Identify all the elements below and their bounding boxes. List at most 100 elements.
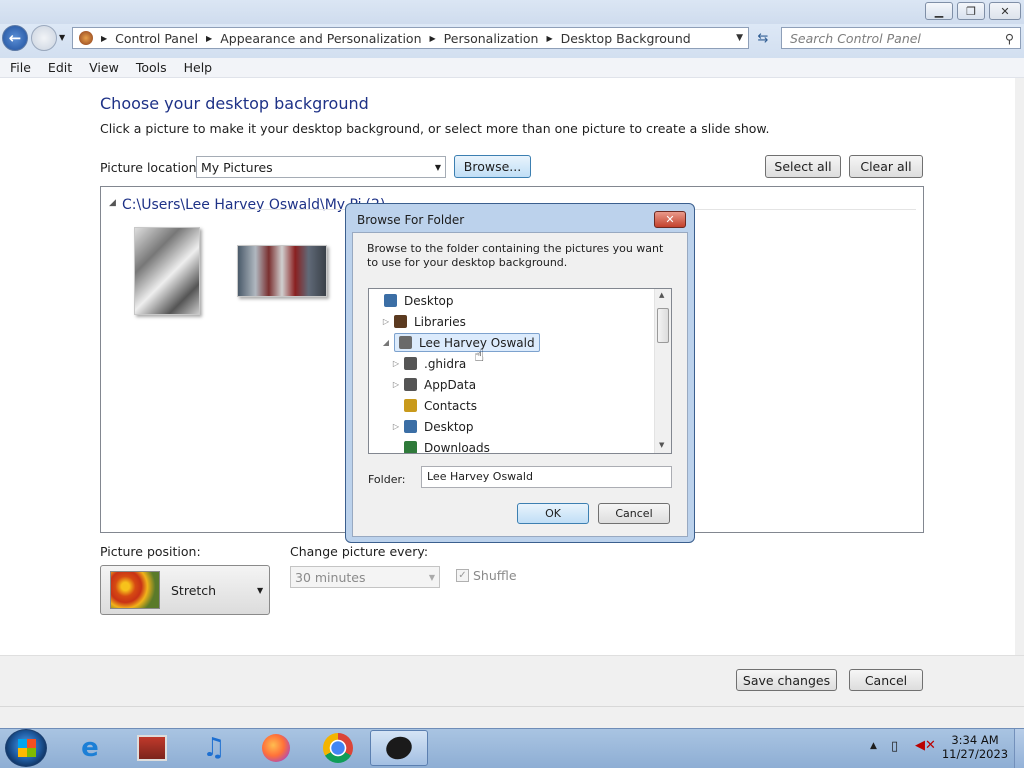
- select-all-button[interactable]: Select all: [765, 155, 841, 178]
- clock[interactable]: 3:34 AM 11/27/2023: [940, 733, 1010, 761]
- forward-button[interactable]: [31, 25, 57, 51]
- tree-item-content[interactable]: Contacts: [404, 399, 477, 413]
- dialog-close-button[interactable]: ✕: [654, 211, 686, 228]
- taskbar-chrome[interactable]: [310, 730, 366, 766]
- expand-toggle-icon[interactable]: ◢: [381, 338, 391, 347]
- close-icon: ✕: [1000, 4, 1010, 18]
- media-center-icon: [137, 735, 167, 761]
- change-interval-select[interactable]: 30 minutes ▼: [290, 566, 440, 588]
- tree-item[interactable]: ▷ .ghidra: [391, 353, 466, 374]
- chevron-down-icon: ▼: [428, 572, 435, 582]
- tree-item-content[interactable]: Desktop: [384, 294, 454, 308]
- search-placeholder: Search Control Panel: [790, 31, 921, 46]
- tree-item-label: Desktop: [424, 419, 474, 434]
- refresh-button[interactable]: ⇆: [752, 29, 774, 47]
- taskbar-itunes[interactable]: ♫: [186, 730, 242, 766]
- tree-item-content[interactable]: Libraries: [394, 315, 466, 329]
- folder-icon: [394, 315, 407, 328]
- picture-position-label: Picture position:: [100, 544, 201, 559]
- windows-logo-icon: [18, 739, 36, 757]
- menu-help[interactable]: Help: [174, 60, 220, 75]
- expand-toggle-icon[interactable]: ▷: [391, 380, 401, 389]
- taskbar-internet-explorer[interactable]: e: [62, 730, 118, 766]
- address-dropdown-icon[interactable]: ▼: [736, 33, 743, 43]
- start-button[interactable]: [5, 729, 47, 767]
- clear-all-button[interactable]: Clear all: [849, 155, 923, 178]
- menu-view[interactable]: View: [79, 60, 126, 75]
- network-icon[interactable]: ▯: [891, 739, 898, 754]
- breadcrumb-control-panel[interactable]: Control Panel: [115, 31, 198, 46]
- close-icon: ✕: [665, 213, 675, 226]
- expand-toggle-icon[interactable]: ▷: [391, 422, 401, 431]
- tree-item[interactable]: Desktop: [371, 290, 454, 311]
- close-button[interactable]: ✕: [989, 2, 1021, 20]
- scroll-thumb[interactable]: [657, 308, 669, 343]
- back-button[interactable]: ←: [2, 25, 28, 51]
- scroll-down-icon[interactable]: ▼: [659, 441, 664, 449]
- volume-muted-icon[interactable]: ◀✕: [915, 738, 936, 753]
- folder-icon: [404, 420, 417, 433]
- picture-location-select[interactable]: My Pictures ▼: [196, 156, 446, 178]
- tree-item[interactable]: Downloads: [391, 437, 490, 454]
- breadcrumb-personalization[interactable]: Personalization: [444, 31, 539, 46]
- search-input[interactable]: Search Control Panel ⚲: [781, 27, 1021, 49]
- vertical-scrollbar[interactable]: [1015, 78, 1024, 706]
- folder-tree[interactable]: Desktop ▷ Libraries ◢ Lee Harvey Oswald ▷ .ghi…: [368, 288, 672, 454]
- collapse-group-icon[interactable]: ◢: [109, 198, 116, 208]
- internet-explorer-icon: e: [81, 733, 99, 763]
- tree-item-selected[interactable]: Lee Harvey Oswald: [394, 333, 540, 352]
- tree-item-content[interactable]: AppData: [404, 378, 476, 392]
- picture-position-select[interactable]: Stretch ▼: [100, 565, 270, 615]
- tree-item[interactable]: ◢ Lee Harvey Oswald: [381, 332, 540, 353]
- browse-button[interactable]: Browse...: [454, 155, 531, 178]
- search-icon[interactable]: ⚲: [1005, 31, 1014, 46]
- cancel-button[interactable]: Cancel: [849, 669, 923, 691]
- paint-app-icon: [383, 733, 415, 763]
- save-changes-button[interactable]: Save changes: [736, 669, 837, 691]
- expand-toggle-icon[interactable]: ▷: [391, 359, 401, 368]
- address-box[interactable]: ▶ Control Panel ▶ Appearance and Persona…: [72, 27, 749, 49]
- minimize-button[interactable]: ▁: [925, 2, 953, 20]
- dialog-cancel-button[interactable]: Cancel: [598, 503, 670, 524]
- tree-item[interactable]: ▷ Desktop: [391, 416, 474, 437]
- taskbar-personalization-active[interactable]: [370, 730, 428, 766]
- scroll-up-icon[interactable]: ▲: [659, 291, 664, 299]
- picture-thumbnail-2[interactable]: [237, 245, 327, 297]
- tree-item[interactable]: ▷ Libraries: [381, 311, 466, 332]
- tree-item-label: AppData: [424, 377, 477, 392]
- shuffle-checkbox[interactable]: ✓: [456, 569, 469, 582]
- menu-file[interactable]: File: [0, 60, 38, 75]
- expand-toggle-icon[interactable]: ▷: [381, 317, 391, 326]
- maximize-button[interactable]: ❐: [957, 2, 985, 20]
- hand-cursor-icon: ☝: [474, 346, 485, 366]
- tree-item-content[interactable]: Desktop: [404, 420, 474, 434]
- status-bar: [0, 706, 1024, 728]
- picture-position-value: Stretch: [171, 583, 217, 598]
- taskbar-media-center[interactable]: [124, 730, 180, 766]
- menu-tools[interactable]: Tools: [126, 60, 174, 75]
- tree-item-label: Downloads: [424, 440, 490, 454]
- folder-path-text: C:\Users\Lee Harvey Oswald\My Pi: [122, 197, 362, 213]
- taskbar-firefox[interactable]: [248, 730, 304, 766]
- firefox-icon: [262, 734, 290, 762]
- restore-icon: ❐: [966, 4, 976, 18]
- menu-edit[interactable]: Edit: [38, 60, 79, 75]
- tree-item[interactable]: Contacts: [391, 395, 477, 416]
- show-desktop-button[interactable]: [1014, 729, 1024, 768]
- show-hidden-icons-button[interactable]: ▲: [870, 741, 877, 751]
- breadcrumb-desktop-background[interactable]: Desktop Background: [561, 31, 691, 46]
- picture-thumbnail-1[interactable]: [134, 227, 200, 315]
- tree-item[interactable]: ▷ AppData: [391, 374, 476, 395]
- folder-name-field[interactable]: Lee Harvey Oswald: [421, 466, 672, 488]
- breadcrumb-appearance[interactable]: Appearance and Personalization: [220, 31, 421, 46]
- recent-pages-dropdown[interactable]: ▼: [59, 33, 65, 42]
- folder-icon: [404, 357, 417, 370]
- page-description: Click a picture to make it your desktop …: [100, 121, 770, 136]
- ok-button[interactable]: OK: [517, 503, 589, 524]
- tree-item-content[interactable]: Downloads: [404, 440, 490, 454]
- clock-time: 3:34 AM: [951, 733, 999, 747]
- tree-item-content[interactable]: .ghidra: [404, 357, 466, 371]
- folder-icon: [404, 399, 417, 412]
- picture-location-value: My Pictures: [201, 159, 273, 175]
- tree-scrollbar[interactable]: ▲ ▼: [654, 289, 671, 453]
